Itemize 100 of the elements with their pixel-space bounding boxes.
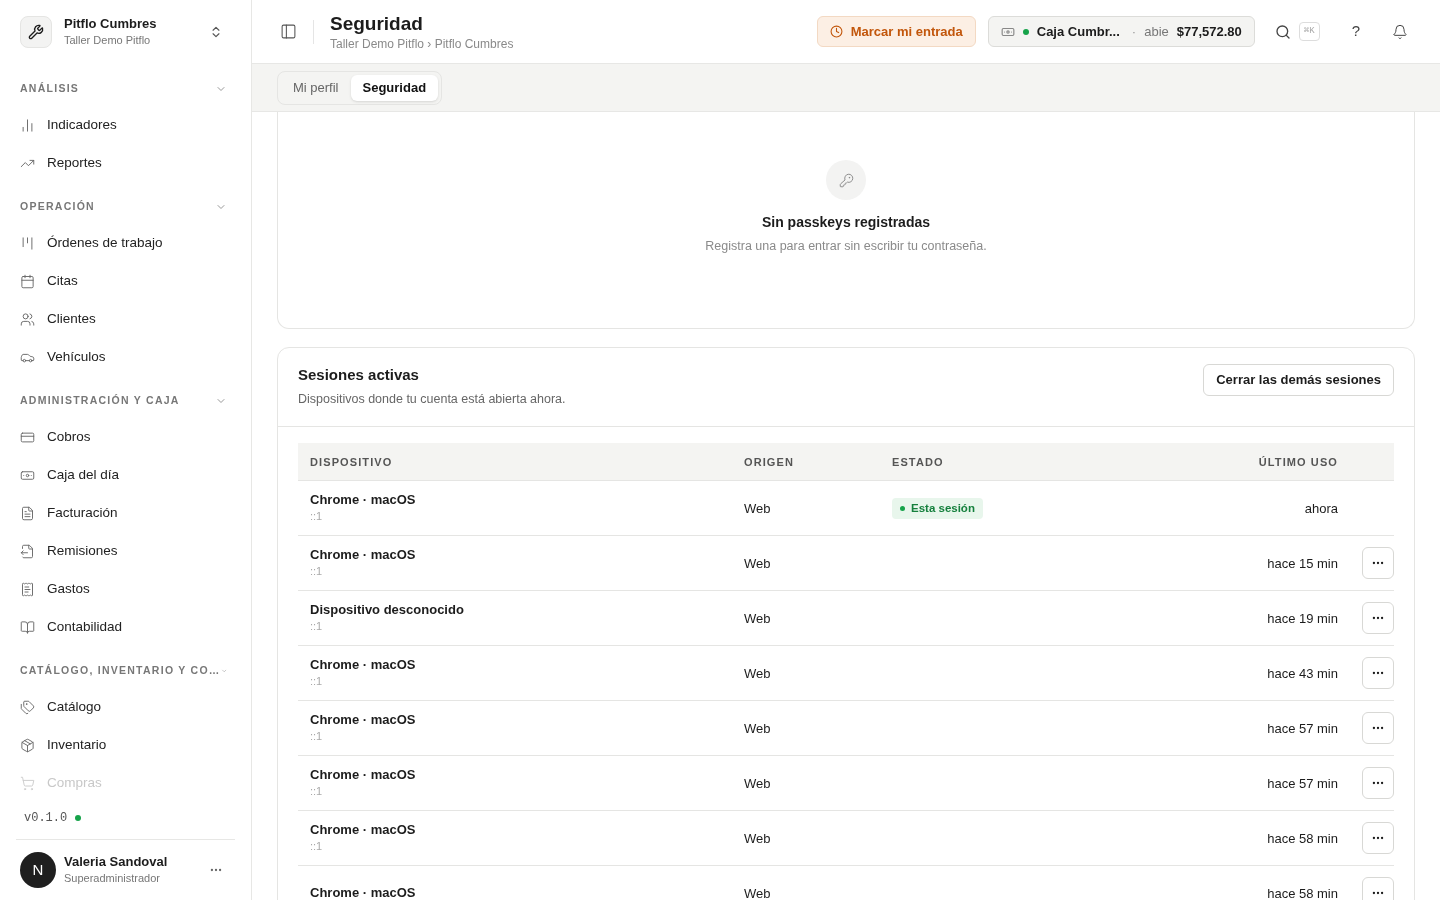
section-title: OPERACIÓN bbox=[20, 199, 95, 215]
device-address: ::1 bbox=[310, 619, 324, 635]
sidebar-toggle-icon[interactable] bbox=[280, 23, 297, 40]
user-role: Superadministrador bbox=[64, 871, 161, 886]
device-address: ::1 bbox=[310, 564, 324, 580]
card-title: Sesiones activas bbox=[298, 365, 420, 385]
origin-cell-text: Web bbox=[744, 554, 772, 573]
empty-description: Registra una para entrar sin escribir tu contraseña. bbox=[705, 238, 987, 255]
avatar: N bbox=[20, 852, 56, 888]
device-address: ::1 bbox=[310, 729, 324, 745]
device-address: ::1 bbox=[310, 839, 324, 855]
clock-icon bbox=[829, 25, 843, 38]
more-button[interactable] bbox=[1362, 657, 1394, 690]
sidebar-item[interactable]: Vehículos bbox=[20, 338, 231, 376]
cart-icon bbox=[20, 775, 35, 791]
calendar-icon bbox=[20, 273, 35, 289]
column-header: DISPOSITIVO bbox=[309, 454, 394, 470]
more-button[interactable] bbox=[1362, 822, 1394, 855]
device-name: Chrome · macOS bbox=[310, 547, 417, 564]
sidebar-item[interactable]: Órdenes de trabajo bbox=[20, 224, 231, 262]
current-session-badge: Esta sesión bbox=[892, 498, 983, 520]
more-button[interactable] bbox=[1362, 767, 1394, 800]
column-header: ESTADO bbox=[892, 454, 945, 470]
search-icon[interactable] bbox=[1274, 23, 1291, 40]
sidebar-item[interactable]: Catálogo bbox=[20, 688, 231, 726]
sidebar-item[interactable]: Caja del día bbox=[20, 456, 231, 494]
user-name: Valeria Sandoval bbox=[64, 854, 169, 870]
section-header[interactable]: OPERACIÓN bbox=[20, 186, 231, 224]
sidebar-item[interactable]: Gastos bbox=[20, 570, 231, 608]
sidebar-item[interactable]: Citas bbox=[20, 262, 231, 300]
device-name: Chrome · macOS bbox=[310, 712, 417, 729]
shortcut-key: ⌘K bbox=[1298, 21, 1320, 42]
device-name: Chrome · macOS bbox=[310, 767, 417, 784]
help-button[interactable]: ? bbox=[1351, 20, 1360, 43]
tab[interactable]: Seguridad bbox=[350, 74, 439, 101]
last-used-cell-text: hace 19 min bbox=[1267, 609, 1338, 628]
more-button[interactable] bbox=[1362, 547, 1394, 580]
last-used-cell-text: hace 57 min bbox=[1267, 719, 1338, 738]
bar-chart-icon bbox=[20, 117, 35, 133]
column-header: ORIGEN bbox=[744, 454, 795, 470]
origin-cell-text: Web bbox=[744, 719, 772, 738]
origin-cell-text: Web bbox=[744, 664, 772, 683]
cash-register-button[interactable]: Caja Cumbr... · abie $77,572.80 bbox=[987, 16, 1255, 47]
users-icon bbox=[20, 311, 35, 327]
sidebar-item[interactable]: Inventario bbox=[20, 726, 231, 764]
more-button[interactable] bbox=[1362, 602, 1394, 635]
clock-in-button[interactable]: Marcar mi entrada bbox=[816, 16, 976, 47]
key-icon bbox=[838, 172, 854, 188]
last-used-cell-text: ahora bbox=[1304, 499, 1338, 518]
device-address: ::1 bbox=[310, 674, 324, 690]
last-used-cell-text: hace 57 min bbox=[1267, 774, 1338, 793]
document-icon bbox=[20, 505, 35, 521]
device-address: ::1 bbox=[310, 784, 324, 800]
notifications-icon[interactable] bbox=[1392, 23, 1408, 40]
sidebar-item[interactable]: Indicadores bbox=[20, 106, 231, 144]
last-used-cell-text: hace 58 min bbox=[1267, 829, 1338, 848]
section-title: ADMINISTRACIÓN Y CAJA bbox=[20, 393, 180, 409]
receipt-icon bbox=[20, 581, 35, 597]
empty-title: Sin passkeys registradas bbox=[761, 213, 931, 232]
device-name: Chrome · macOS bbox=[310, 885, 417, 900]
origin-cell-text: Web bbox=[744, 609, 772, 628]
section-header[interactable]: ADMINISTRACIÓN Y CAJA bbox=[20, 380, 231, 418]
section-header[interactable]: CATÁLOGO, INVENTARIO Y CO… bbox=[20, 650, 231, 688]
device-name: Dispositivo desconocido bbox=[310, 602, 465, 619]
sidebar-item[interactable]: Remisiones bbox=[20, 532, 231, 570]
page-title: Seguridad bbox=[330, 11, 424, 36]
box-icon bbox=[20, 737, 35, 753]
sidebar-item[interactable]: Reportes bbox=[20, 144, 231, 182]
version-label: v0.1.0 bbox=[24, 810, 68, 827]
device-address: ::1 bbox=[310, 509, 324, 525]
card-description: Dispositivos donde tu cuenta está abierta ahora. bbox=[298, 390, 566, 408]
section-title: ANÁLISIS bbox=[20, 81, 80, 97]
device-name: Chrome · macOS bbox=[310, 822, 417, 839]
workspace-name: Pitflo Cumbres bbox=[64, 16, 158, 32]
workspace-switcher[interactable]: Pitflo Cumbres Taller Demo Pitflo bbox=[0, 0, 251, 64]
more-button[interactable] bbox=[1362, 877, 1394, 900]
sidebar-item[interactable]: Cobros bbox=[20, 418, 231, 456]
origin-cell-text: Web bbox=[744, 884, 772, 900]
tags-icon bbox=[20, 699, 35, 715]
more-button[interactable] bbox=[1362, 712, 1394, 745]
tab[interactable]: Mi perfil bbox=[281, 74, 351, 101]
origin-cell-text: Web bbox=[744, 829, 772, 848]
last-used-cell-text: hace 15 min bbox=[1267, 554, 1338, 573]
sidebar-item[interactable]: Facturación bbox=[20, 494, 231, 532]
sidebar-item[interactable]: Contabilidad bbox=[20, 608, 231, 646]
sidebar-item[interactable]: Clientes bbox=[20, 300, 231, 338]
section-header[interactable]: ANÁLISIS bbox=[20, 68, 231, 106]
wrench-icon bbox=[28, 24, 44, 40]
last-used-cell-text: hace 43 min bbox=[1267, 664, 1338, 683]
origin-cell-text: Web bbox=[744, 774, 772, 793]
section-title: CATÁLOGO, INVENTARIO Y CO… bbox=[20, 663, 221, 679]
document-arrow-icon bbox=[20, 543, 35, 559]
close-other-sessions-button[interactable]: Cerrar las demás sesiones bbox=[1203, 364, 1394, 396]
device-name: Chrome · macOS bbox=[310, 492, 417, 509]
column-header: ÚLTIMO USO bbox=[1258, 454, 1338, 470]
origin-cell-text: Web bbox=[744, 499, 772, 518]
credit-card-icon bbox=[20, 429, 35, 445]
last-used-cell-text: hace 58 min bbox=[1267, 884, 1338, 900]
breadcrumb: Taller Demo Pitflo › Pitflo Cumbres bbox=[330, 35, 514, 52]
book-icon bbox=[20, 619, 35, 635]
